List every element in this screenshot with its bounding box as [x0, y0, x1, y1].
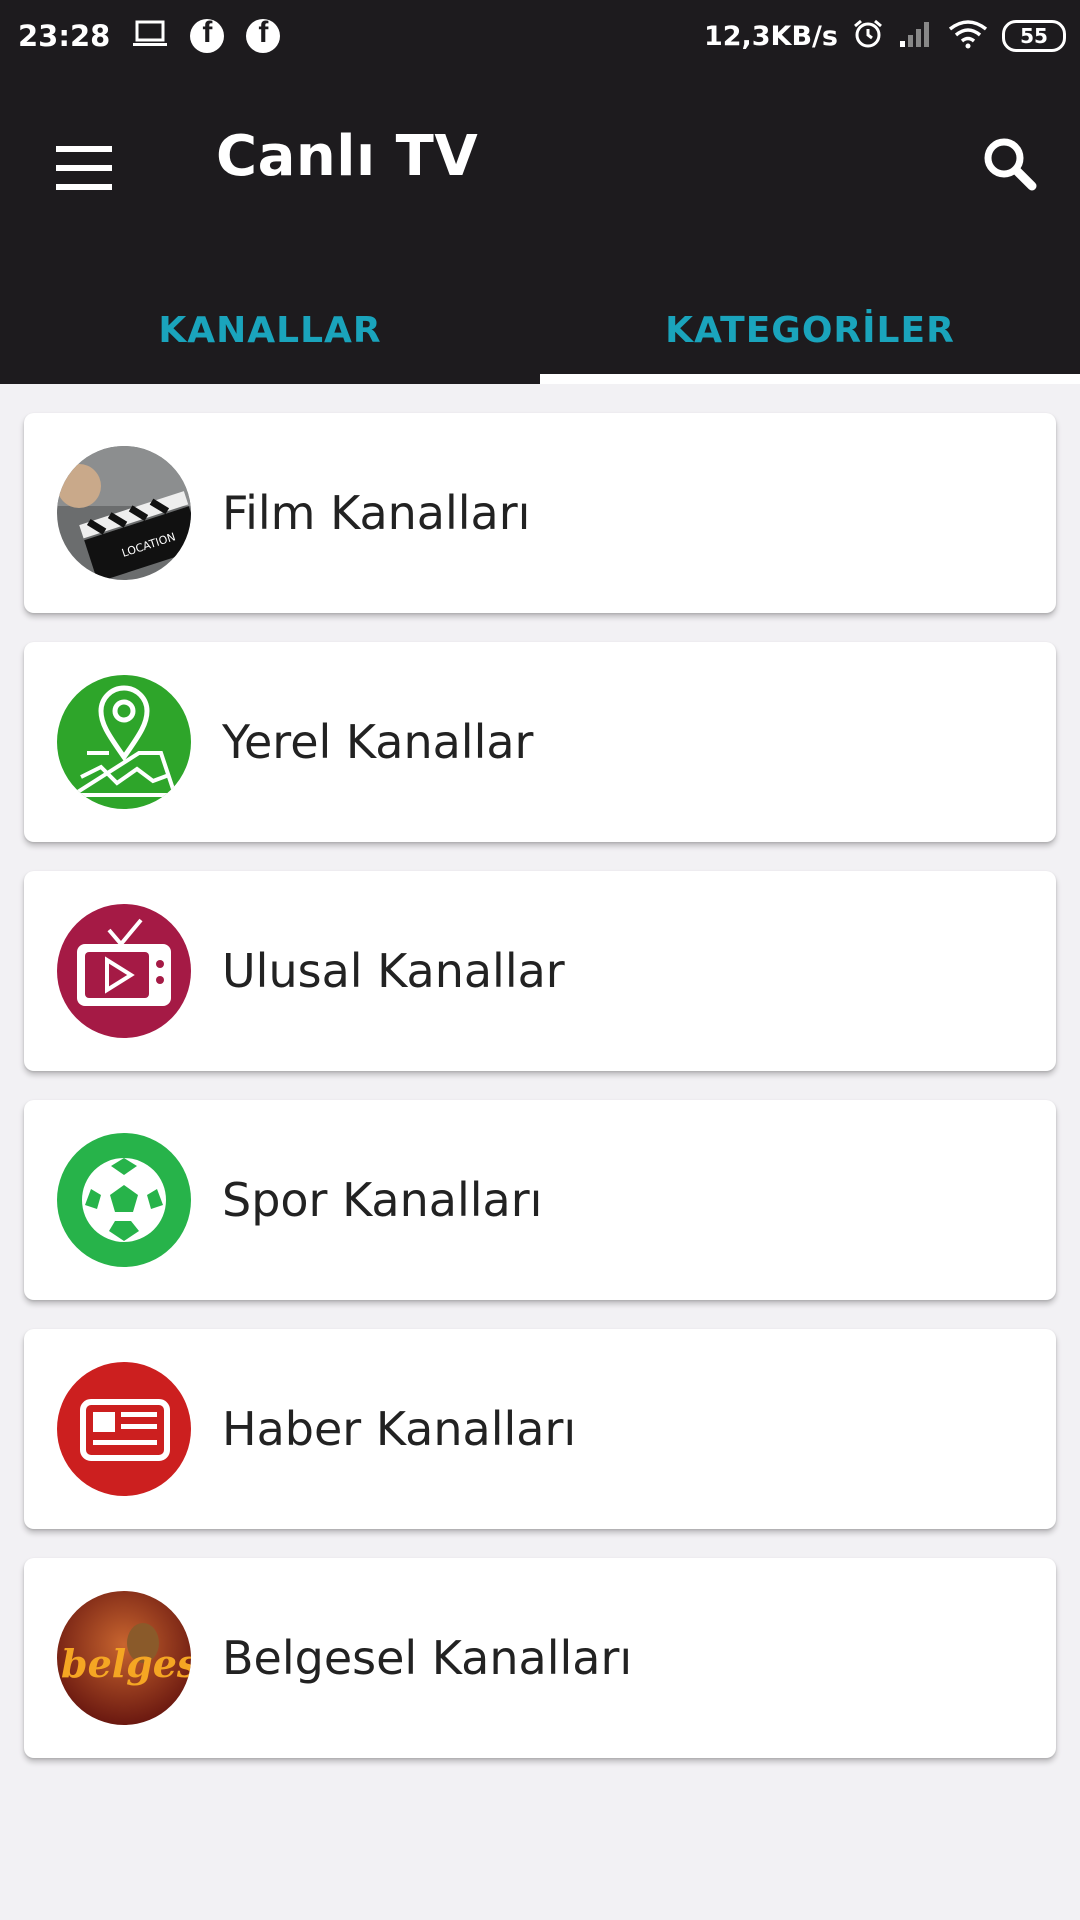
status-time: 23:28	[18, 19, 111, 53]
category-spor[interactable]: Spor Kanalları	[24, 1100, 1056, 1300]
page-title: Canlı TV	[216, 124, 479, 189]
search-icon	[984, 138, 1037, 191]
map-pin-icon	[57, 675, 191, 809]
category-label: Film Kanalları	[222, 486, 531, 540]
category-label: Belgesel Kanalları	[222, 1631, 633, 1685]
app-bar: Canlı TV KANALLAR KATEGORİLER	[0, 72, 1080, 384]
search-button[interactable]	[970, 126, 1050, 206]
tab-indicator	[540, 374, 1080, 384]
category-haber[interactable]: Haber Kanalları	[24, 1329, 1056, 1529]
film-clapperboard-icon: LOCATION	[57, 446, 191, 580]
wifi-icon	[948, 19, 988, 53]
category-ulusal[interactable]: Ulusal Kanallar	[24, 871, 1056, 1071]
svg-text:belgesel: belgesel	[61, 1641, 191, 1686]
category-film[interactable]: LOCATION Film Kanalları	[24, 413, 1056, 613]
belgesel-logo-icon: belgesel	[57, 1591, 191, 1725]
category-belgesel[interactable]: belgesel Belgesel Kanalları	[24, 1558, 1056, 1758]
network-speed: 12,3KB/s	[703, 20, 838, 52]
menu-icon	[56, 146, 112, 152]
facebook-icon	[190, 16, 225, 53]
category-label: Haber Kanalları	[222, 1402, 577, 1456]
category-label: Ulusal Kanallar	[222, 944, 565, 998]
newspaper-icon	[57, 1362, 191, 1496]
category-yerel[interactable]: Yerel Kanallar	[24, 642, 1056, 842]
alarm-icon	[852, 18, 884, 54]
tab-kategoriler[interactable]: KATEGORİLER	[540, 276, 1080, 384]
status-bar: 23:28 12,3KB/s	[0, 0, 1080, 72]
tab-kanallar[interactable]: KANALLAR	[0, 276, 540, 384]
soccer-ball-icon	[57, 1133, 191, 1267]
laptop-icon	[132, 19, 168, 53]
tv-play-icon	[57, 904, 191, 1038]
battery-icon: 55	[1002, 20, 1066, 52]
signal-icon	[898, 19, 934, 53]
category-label: Yerel Kanallar	[222, 715, 534, 769]
category-label: Spor Kanalları	[222, 1173, 543, 1227]
menu-button[interactable]	[40, 126, 124, 210]
facebook-icon	[246, 16, 281, 53]
